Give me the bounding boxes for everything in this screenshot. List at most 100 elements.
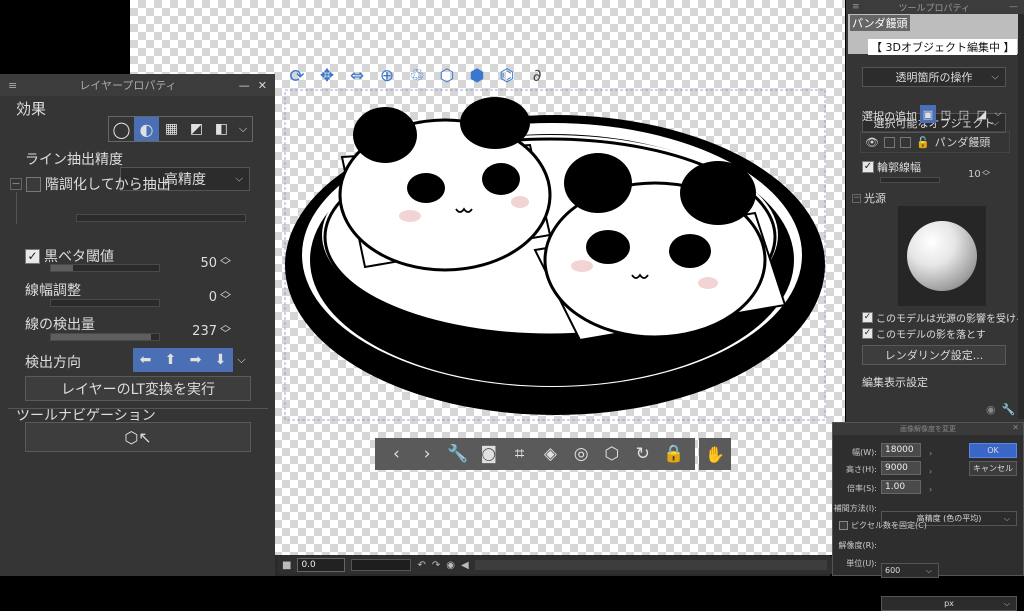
- menu-icon[interactable]: ≡: [852, 2, 860, 12]
- interp-label: 補間方法(I):: [833, 504, 877, 513]
- stepper-icon[interactable]: ︿ ﹀: [220, 285, 231, 305]
- cast-shadow-checkbox[interactable]: ✓: [862, 328, 873, 339]
- camera-zoom-icon[interactable]: ⌬: [493, 62, 521, 90]
- light-sphere[interactable]: [907, 221, 977, 291]
- reset-icon[interactable]: ◉: [446, 560, 455, 571]
- horizontal-scrollbar[interactable]: [474, 560, 827, 570]
- light-sphere-area[interactable]: [898, 206, 986, 306]
- wrench-icon[interactable]: 🔧: [444, 440, 472, 468]
- rotate-reset-icon[interactable]: ↻: [629, 440, 657, 468]
- fix-pixels-row: ピクセル数を固定(C): [839, 520, 927, 531]
- black-fill-slider[interactable]: [50, 264, 160, 272]
- collapse-icon[interactable]: −: [10, 178, 22, 190]
- next-icon[interactable]: ›: [413, 440, 441, 468]
- minimize-icon[interactable]: —: [1009, 2, 1018, 12]
- light-source-label: 光源: [864, 192, 886, 205]
- light-influence-label: このモデルは光源の影響を受ける: [876, 314, 1024, 325]
- height-input[interactable]: 9000: [881, 461, 921, 475]
- zoom-field[interactable]: 0.0: [297, 558, 346, 572]
- previous-icon[interactable]: ‹: [382, 440, 410, 468]
- compass-icon[interactable]: ◎: [567, 440, 595, 468]
- black-fill-value[interactable]: 50: [195, 256, 217, 271]
- arrow-left-icon[interactable]: ⬅: [133, 348, 158, 372]
- pan-icon[interactable]: ⇔: [343, 62, 371, 90]
- color-icon[interactable]: ◩: [184, 117, 209, 141]
- width-input[interactable]: 18000: [881, 443, 921, 457]
- floor-icon[interactable]: ◈: [536, 440, 564, 468]
- tone-icon[interactable]: ▦: [159, 117, 184, 141]
- pose-button[interactable]: ✋: [699, 438, 731, 470]
- chevron-down-icon: ⌵: [1003, 513, 1010, 523]
- detect-amount-label: 線の検出量: [25, 317, 95, 333]
- object-rotate-icon[interactable]: ♲: [403, 62, 431, 90]
- camera-icon[interactable]: ◙: [475, 440, 503, 468]
- tone-extract-slider[interactable]: [76, 214, 246, 222]
- line-width-value[interactable]: 0: [195, 290, 217, 305]
- cancel-button[interactable]: キャンセル: [969, 461, 1017, 476]
- ok-button[interactable]: OK: [969, 443, 1017, 458]
- close-icon[interactable]: ✕: [258, 79, 267, 92]
- right-scrollbar[interactable]: [1018, 14, 1024, 419]
- intersect-selection-icon[interactable]: ◪: [974, 105, 990, 123]
- chain-icon[interactable]: › › ›: [929, 445, 932, 499]
- tool-nav-button[interactable]: ⬡↖: [25, 422, 251, 452]
- detect-amount-slider[interactable]: [50, 333, 160, 341]
- rendering-settings-button[interactable]: レンダリング設定...: [862, 345, 1006, 365]
- menu-icon[interactable]: ≡: [8, 79, 17, 92]
- layer-color-box[interactable]: [883, 136, 895, 148]
- new-selection-icon[interactable]: ▣: [920, 105, 936, 123]
- fit-icon[interactable]: ⌗: [506, 440, 534, 468]
- arrow-right-icon[interactable]: ➡: [183, 348, 208, 372]
- layer-lock-box[interactable]: [899, 136, 911, 148]
- resize-dialog: 画像解像度を変更 ✕ 幅(W): 18000 高さ(H): 9000 倍率(S)…: [832, 422, 1024, 611]
- scroll-left-icon[interactable]: ◀: [461, 560, 469, 571]
- object-reset-icon[interactable]: ⬡: [598, 440, 626, 468]
- outline-checkbox[interactable]: ✓: [862, 161, 874, 173]
- layer-color-icon[interactable]: ◧: [209, 117, 234, 141]
- subtract-selection-icon[interactable]: ◲: [956, 105, 972, 123]
- close-icon[interactable]: ✕: [1012, 423, 1019, 432]
- lock-icon[interactable]: 🔒: [660, 440, 688, 468]
- layer-row[interactable]: 👁 🔓 パンダ饅頭: [860, 131, 1010, 153]
- wrench-icon[interactable]: 🔧: [1002, 403, 1016, 416]
- lt-convert-button[interactable]: レイヤーのLT変換を実行: [25, 376, 251, 401]
- line-extract-icon[interactable]: ◐: [134, 117, 159, 141]
- move-icon[interactable]: ✥: [313, 62, 341, 90]
- collapse-icon[interactable]: −: [852, 193, 861, 203]
- rotate-icon[interactable]: ⟳: [283, 62, 311, 90]
- light-influence-checkbox[interactable]: ✓: [862, 312, 873, 323]
- arrow-down-icon[interactable]: ⬇: [208, 348, 233, 372]
- zoom-slider[interactable]: [351, 559, 412, 571]
- transparent-op-select[interactable]: 透明箇所の操作 ⌵: [862, 67, 1006, 87]
- camera-pan-icon[interactable]: ⬢: [463, 62, 491, 90]
- black-fill-checkbox[interactable]: ✓: [25, 248, 40, 264]
- outline-width-slider[interactable]: [880, 177, 940, 183]
- scale-input[interactable]: 1.00: [881, 480, 921, 494]
- stepper-icon[interactable]: ︿ ﹀: [220, 251, 231, 271]
- lasso-icon[interactable]: ∂: [523, 62, 551, 90]
- settings-icon[interactable]: ◉: [986, 403, 996, 416]
- detect-amount-value[interactable]: 237: [188, 324, 217, 339]
- line-width-slider[interactable]: [50, 299, 160, 307]
- redo-icon[interactable]: ↷: [432, 560, 440, 571]
- undo-icon[interactable]: ↶: [417, 560, 425, 571]
- arrow-up-icon[interactable]: ⬆: [158, 348, 183, 372]
- chevron-down-icon[interactable]: ⌵: [992, 105, 1004, 123]
- chevron-down-icon[interactable]: ⌵: [234, 117, 252, 141]
- outline-width-value[interactable]: 10: [968, 169, 981, 180]
- fix-pixels-checkbox[interactable]: [839, 521, 848, 530]
- fix-pixels-label: ピクセル数を固定(C): [851, 521, 927, 530]
- lock-icon[interactable]: 🔓: [916, 136, 930, 149]
- border-effect-icon[interactable]: ◯: [109, 117, 134, 141]
- unit-select[interactable]: px ⌵: [881, 596, 1017, 611]
- eye-icon[interactable]: 👁: [865, 136, 879, 149]
- camera-rotate-icon[interactable]: ⬡: [433, 62, 461, 90]
- stepper-icon[interactable]: ︿ ﹀: [220, 319, 231, 339]
- add-selection-icon[interactable]: ◳: [938, 105, 954, 123]
- tone-extract-checkbox[interactable]: [26, 176, 41, 192]
- stop-icon[interactable]: ■: [282, 560, 291, 571]
- chevron-down-icon[interactable]: ⌵: [233, 348, 250, 372]
- move-3d-icon[interactable]: ⊕: [373, 62, 401, 90]
- stepper-icon[interactable]: ︿ ﹀: [982, 166, 990, 181]
- minimize-icon[interactable]: —: [239, 79, 250, 92]
